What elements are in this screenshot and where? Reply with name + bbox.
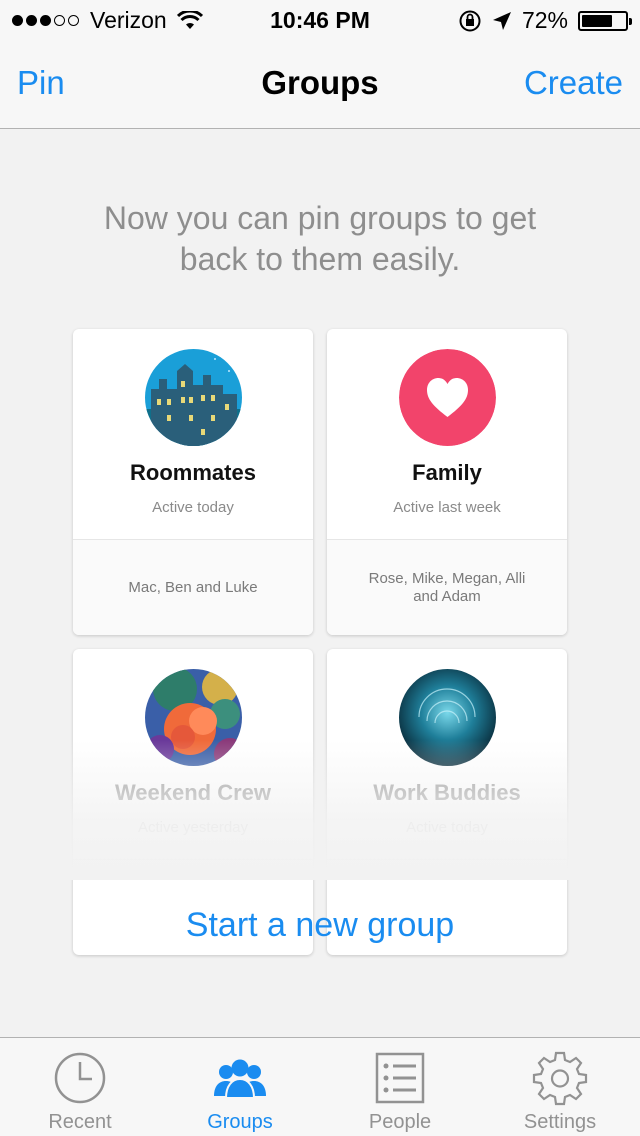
signal-strength-icon [12,15,82,26]
group-members: Mac, Ben and Luke [73,540,313,635]
wifi-icon [176,10,203,29]
work-buddies-avatar [399,669,496,766]
weekend-crew-avatar [145,669,242,766]
group-status: Active yesterday [137,819,249,836]
group-card-family[interactable]: Family Active last week Rose, Mike, Mega… [327,329,567,635]
group-name: Roommates [130,460,256,485]
group-name: Work Buddies [373,780,521,805]
heart-icon [399,349,496,446]
status-bar: Verizon 10:46 PM 72% [0,0,640,40]
navigation-bar: Pin Groups Create [0,40,640,129]
group-members: Rose, Mike, Megan, Alli and Adam [327,540,567,635]
orientation-lock-icon [459,10,481,31]
tab-groups[interactable]: Groups [160,1038,320,1136]
list-icon [375,1052,425,1104]
tab-label: Settings [523,1111,597,1133]
battery-percent: 72% [521,7,568,33]
gear-icon [532,1051,588,1106]
battery-icon [578,10,632,31]
group-status: Active last week [393,499,501,516]
tab-label: Recent [48,1111,112,1133]
group-name: Family [412,460,482,485]
tab-label: People [368,1111,432,1133]
tab-recent[interactable]: Recent [0,1038,160,1136]
group-card-roommates[interactable]: Roommates Active today Mac, Ben and Luke [73,329,313,635]
roommates-avatar [145,349,242,446]
groups-icon [214,1059,266,1099]
group-name: Weekend Crew [114,780,272,805]
location-arrow-icon [492,11,511,30]
pin-button[interactable]: Pin [17,64,65,102]
group-status: Active today [406,819,488,836]
tab-people[interactable]: People [320,1038,480,1136]
start-new-group-link[interactable]: Start a new group [0,906,640,945]
intro-text: Now you can pin groups to get back to th… [103,200,537,277]
tab-label: Groups [207,1111,273,1133]
clock-icon [54,1052,106,1104]
group-status: Active today [152,499,234,516]
tab-bar: Recent Groups People Settings [0,1037,640,1136]
tab-settings[interactable]: Settings [480,1038,640,1136]
create-button[interactable]: Create [524,64,623,102]
carrier-name: Verizon [90,7,167,33]
